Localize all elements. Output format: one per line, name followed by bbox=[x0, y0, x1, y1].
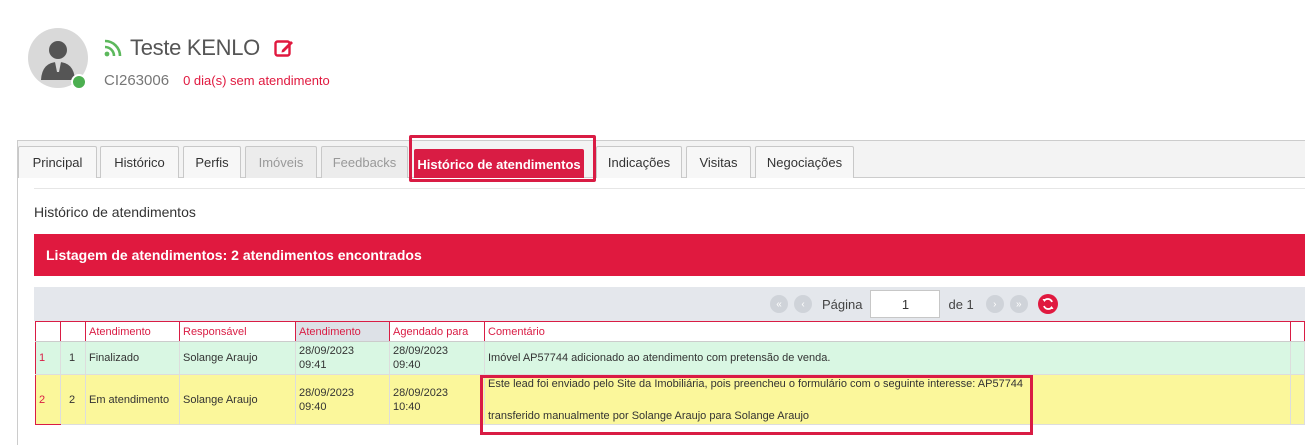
row-number: 1 bbox=[35, 341, 61, 375]
tab-visitas[interactable]: Visitas bbox=[686, 146, 751, 178]
lead-name: Teste KENLO bbox=[130, 35, 260, 60]
row-number: 2 bbox=[35, 374, 61, 425]
days-count: 0 dia(s) bbox=[183, 73, 227, 88]
divider bbox=[34, 188, 1305, 189]
page-input[interactable] bbox=[870, 290, 941, 318]
scheduled-time: 10:40 bbox=[393, 400, 421, 413]
tab-principal[interactable]: Principal bbox=[18, 146, 97, 178]
pager-bar bbox=[34, 287, 1305, 321]
row-status: Em atendimento bbox=[85, 374, 180, 425]
tab-indicacoes[interactable]: Indicações bbox=[596, 146, 682, 178]
listing-header: Listagem de atendimentos: 2 atendimentos… bbox=[34, 234, 1305, 276]
listing-title: Listagem de atendimentos: 2 atendimentos… bbox=[46, 247, 422, 263]
tab-negociacoes[interactable]: Negociações bbox=[755, 146, 854, 178]
col-index bbox=[60, 321, 86, 342]
row-responsible: Solange Araujo bbox=[179, 341, 296, 375]
prev-page-icon[interactable]: ‹ bbox=[794, 295, 812, 313]
row-index: 1 bbox=[60, 341, 86, 375]
row-scheduled: 28/09/2023 10:40 bbox=[389, 374, 485, 425]
col-attendance[interactable]: Atendimento bbox=[85, 321, 180, 342]
col-attended-at[interactable]: Atendimento bbox=[295, 321, 390, 342]
attended-date: 28/09/2023 bbox=[299, 345, 355, 357]
comment-line: Imóvel AP57744 adicionado ao atendimento… bbox=[488, 352, 831, 364]
rss-icon bbox=[104, 39, 122, 57]
col-scroll-spacer bbox=[1290, 321, 1305, 342]
tab-historico[interactable]: Histórico bbox=[100, 146, 179, 178]
attended-time: 09:41 bbox=[299, 359, 327, 371]
lead-name-row: Teste KENLO bbox=[104, 35, 294, 61]
pager: « ‹ Página de 1 › » bbox=[770, 289, 1058, 319]
scheduled-date: 28/09/2023 bbox=[393, 345, 449, 357]
col-responsible[interactable]: Responsável bbox=[179, 321, 296, 342]
row-attended-at: 28/09/2023 09:41 bbox=[295, 341, 390, 375]
col-scheduled[interactable]: Agendado para bbox=[389, 321, 485, 342]
row-status: Finalizado bbox=[85, 341, 180, 375]
row-spacer bbox=[1290, 374, 1305, 425]
days-suffix: sem atendimento bbox=[230, 73, 330, 88]
row-comment: Imóvel AP57744 adicionado ao atendimento… bbox=[484, 341, 1291, 375]
page-label: Página bbox=[822, 296, 863, 312]
tab-imoveis[interactable]: Imóveis bbox=[245, 146, 317, 178]
online-status-dot bbox=[71, 74, 87, 90]
lead-code: CI263006 bbox=[104, 72, 170, 89]
row-attended-at: 28/09/2023 09:40 bbox=[295, 374, 390, 425]
tab-perfis[interactable]: Perfis bbox=[183, 146, 241, 178]
days-without-service: 0 dia(s) sem atendimento bbox=[183, 73, 330, 88]
active-tab-highlight bbox=[409, 135, 596, 182]
last-page-icon[interactable]: » bbox=[1009, 295, 1028, 313]
row-responsible: Solange Araujo bbox=[179, 374, 296, 425]
edit-icon[interactable] bbox=[274, 38, 294, 58]
next-page-icon[interactable]: › bbox=[985, 295, 1004, 313]
scheduled-time: 09:40 bbox=[393, 359, 421, 371]
lead-sub-row: CI263006 0 dia(s) sem atendimento bbox=[104, 72, 330, 89]
comment-highlight bbox=[480, 375, 1033, 435]
row-scheduled: 28/09/2023 09:40 bbox=[389, 341, 485, 375]
table-row[interactable]: 1 1 Finalizado Solange Araujo 28/09/2023… bbox=[35, 341, 1305, 375]
table-header-row: Atendimento Responsável Atendimento Agen… bbox=[35, 321, 1305, 342]
attended-date: 28/09/2023 bbox=[299, 386, 355, 399]
section-title: Histórico de atendimentos bbox=[34, 204, 196, 220]
attended-time: 09:40 bbox=[299, 400, 327, 413]
scheduled-date: 28/09/2023 bbox=[393, 386, 449, 399]
row-index: 2 bbox=[60, 374, 86, 425]
tab-feedbacks[interactable]: Feedbacks bbox=[321, 146, 408, 178]
refresh-icon[interactable] bbox=[1037, 294, 1058, 314]
first-page-icon[interactable]: « bbox=[770, 295, 788, 313]
col-comment[interactable]: Comentário bbox=[484, 321, 1291, 342]
col-rownum bbox=[35, 321, 61, 342]
page-of-label: de 1 bbox=[948, 296, 974, 312]
tabs-bar: Principal Histórico Perfis Imóveis Feedb… bbox=[18, 141, 1305, 178]
row-spacer bbox=[1290, 341, 1305, 375]
